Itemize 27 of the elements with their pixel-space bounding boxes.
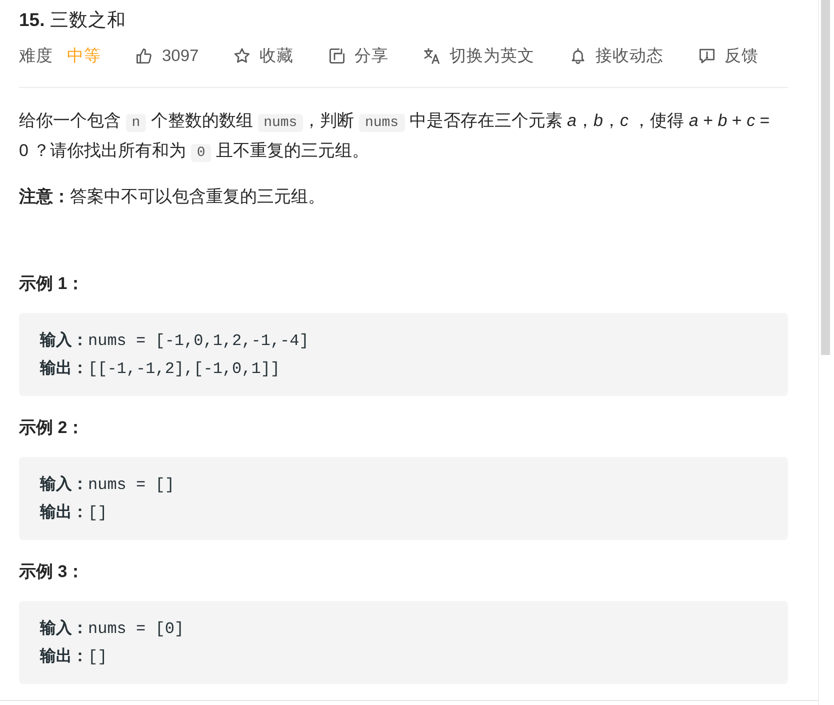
- problem-title: 15. 三数之和: [19, 8, 127, 32]
- scrollbar-thumb[interactable]: [821, 0, 830, 355]
- example-heading: 示例 2：: [19, 417, 86, 439]
- feedback-button[interactable]: 反馈: [698, 44, 759, 68]
- translate-icon: [424, 48, 440, 64]
- code-line: 输出：[]: [40, 502, 108, 524]
- share-button[interactable]: 分享: [328, 44, 389, 68]
- speech-bubble-icon: [698, 48, 715, 64]
- description-paragraph: 给你一个包含 n 个整数的数组 nums ，判断 nums 中是否存在三个元素 a，b，c ，使得 a + b + c = 0 ？请你找出所有和为 0 且不重复的三元组。: [19, 110, 771, 164]
- translate-button[interactable]: 切换为英文: [424, 44, 535, 68]
- code-line: 输出：[]: [40, 646, 108, 668]
- share-icon: [328, 48, 345, 64]
- difficulty-value: 中等: [67, 46, 101, 67]
- code-line: 输入：nums = [0]: [40, 618, 186, 640]
- subscribe-button[interactable]: 接收动态: [570, 44, 664, 68]
- thumbs-up-icon: [136, 48, 152, 64]
- code-line: 输入：nums = []: [40, 474, 176, 496]
- bell-icon: [570, 48, 586, 64]
- code-line: 输出：[[-1,-1,2],[-1,0,1]]: [40, 358, 282, 380]
- example-heading: 示例 3：: [19, 561, 86, 583]
- star-icon: [234, 48, 250, 64]
- code-line: 输入：nums = [-1,0,1,2,-1,-4]: [40, 330, 310, 352]
- like-button[interactable]: 3097: [136, 44, 199, 68]
- example-heading: 示例 1：: [19, 273, 86, 295]
- difficulty-label: 难度: [19, 46, 53, 67]
- favorite-button[interactable]: 收藏: [234, 44, 294, 68]
- description-paragraph: 注意：答案中不可以包含重复的三元组。: [19, 186, 326, 208]
